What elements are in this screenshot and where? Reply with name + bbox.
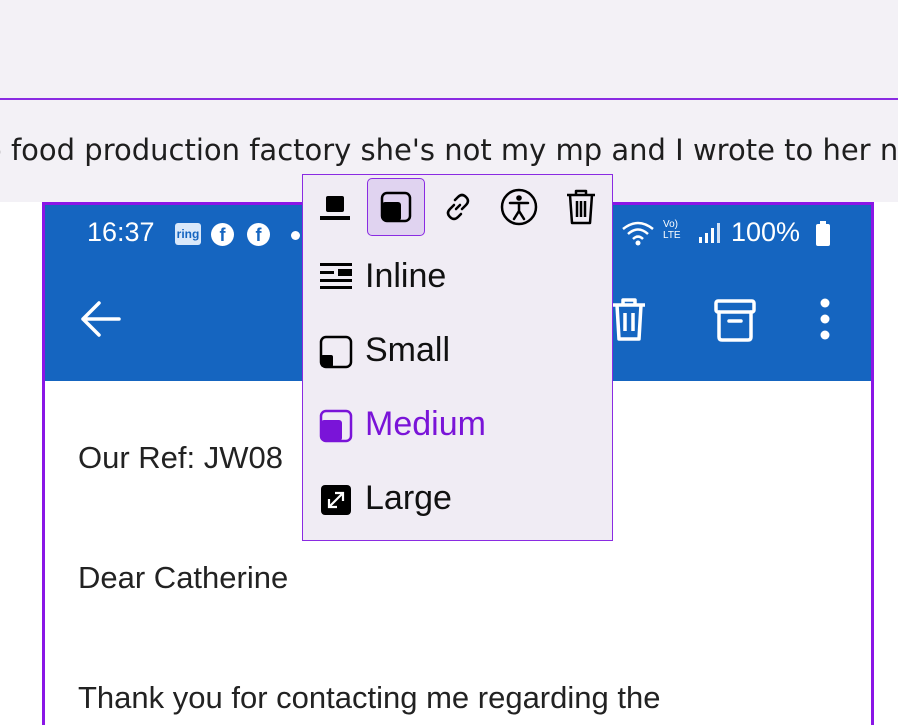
inline-icon xyxy=(320,263,352,289)
battery-percent: 100% xyxy=(731,217,801,247)
status-time: 16:37 xyxy=(87,217,155,247)
archive-icon xyxy=(714,299,756,342)
volte-icon: Vo) LTE xyxy=(663,219,681,241)
wifi-icon xyxy=(622,221,654,246)
signal-icon xyxy=(699,223,720,243)
size-option-label: Small xyxy=(365,331,451,369)
size-option-medium[interactable]: Medium xyxy=(303,391,612,461)
size-option-label: Medium xyxy=(365,405,486,443)
size-small-icon xyxy=(319,335,353,369)
size-option-small[interactable]: Small xyxy=(303,317,612,387)
align-button[interactable] xyxy=(306,178,364,236)
post-text: o food production factory she's not my m… xyxy=(0,133,898,167)
align-block-icon xyxy=(320,196,350,220)
delete-button[interactable] xyxy=(552,178,610,236)
size-option-label: Large xyxy=(365,479,452,517)
image-options-popup: Inline Small Medium Large xyxy=(302,174,613,541)
facebook-icon: f xyxy=(247,223,270,246)
email-greeting: Dear Catherine xyxy=(78,560,289,595)
accessibility-icon xyxy=(500,188,538,226)
more-options-icon xyxy=(820,298,830,340)
size-option-inline[interactable]: Inline xyxy=(303,243,612,313)
delete-icon xyxy=(613,298,645,341)
trash-icon xyxy=(567,189,595,225)
back-arrow-icon xyxy=(81,301,121,337)
accessibility-button[interactable] xyxy=(490,178,548,236)
email-body: Thank you for contacting me regarding th… xyxy=(78,680,661,715)
notification-dot-icon xyxy=(291,231,300,240)
size-medium-icon xyxy=(319,409,353,443)
size-button[interactable] xyxy=(367,178,425,236)
size-large-icon xyxy=(321,485,351,515)
composer-top-area xyxy=(0,0,898,98)
email-ref: Our Ref: JW08 xyxy=(78,440,283,475)
size-option-label: Inline xyxy=(365,257,447,295)
battery-icon xyxy=(816,221,830,246)
ring-icon: ring xyxy=(175,223,201,245)
link-icon xyxy=(446,193,470,221)
facebook-icon: f xyxy=(211,223,234,246)
size-option-large[interactable]: Large xyxy=(303,465,612,535)
size-medium-icon xyxy=(380,191,412,223)
link-button[interactable] xyxy=(429,178,487,236)
